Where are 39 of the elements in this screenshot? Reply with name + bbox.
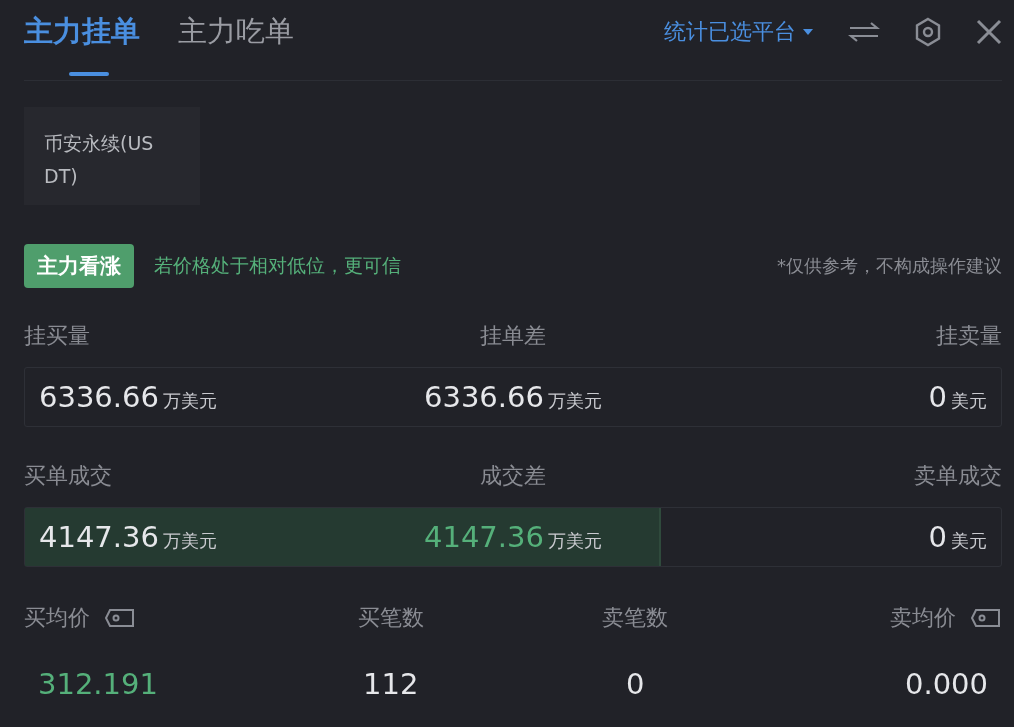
caret-icon <box>802 28 814 36</box>
unit-label: 万美元 <box>162 529 217 553</box>
signal-hint: 若价格处于相对低位，更可信 <box>154 253 401 278</box>
platform-chip[interactable]: 币安永续(USDT) <box>24 107 200 205</box>
unit-label: 万美元 <box>547 529 602 553</box>
stat-label: 挂买量 <box>24 322 90 350</box>
stat-value: 0 <box>928 520 947 554</box>
platform-dropdown[interactable]: 统计已选平台 <box>664 17 814 47</box>
stat-value: 0 <box>626 667 645 701</box>
close-icon[interactable] <box>976 19 1002 45</box>
stat-value: 6336.66 <box>39 380 159 414</box>
stat-value: 4147.36 <box>39 520 159 554</box>
swap-icon[interactable] <box>848 20 880 44</box>
settings-icon[interactable] <box>914 17 942 47</box>
stat-label: 买笔数 <box>357 604 424 632</box>
signal-badge: 主力看涨 <box>24 244 134 288</box>
stat-label: 卖单成交 <box>914 462 1002 490</box>
stat-value: 0.000 <box>904 667 989 701</box>
stat-label: 卖均价 <box>890 604 956 632</box>
tab[interactable]: 主力挂单 <box>24 0 140 76</box>
stat-label: 挂单差 <box>480 322 546 350</box>
stat-label: 挂卖量 <box>936 322 1002 350</box>
stat-label: 成交差 <box>480 462 546 490</box>
unit-label: 美元 <box>951 529 987 553</box>
stat-value: 0 <box>928 380 947 414</box>
disclaimer: *仅供参考，不构成操作建议 <box>777 254 1002 278</box>
stat-value: 4147.36 <box>424 520 544 554</box>
stat-label: 买单成交 <box>24 462 112 490</box>
stat-label: 卖笔数 <box>602 604 669 632</box>
unit-label: 美元 <box>951 389 987 413</box>
tab[interactable]: 主力吃单 <box>178 0 294 76</box>
stat-value: 312.191 <box>37 667 159 701</box>
stat-value: 112 <box>363 667 419 701</box>
stat-label: 买均价 <box>24 604 90 632</box>
unit-label: 万美元 <box>547 389 602 413</box>
tag-icon[interactable] <box>970 608 1002 628</box>
stat-value: 6336.66 <box>424 380 544 414</box>
tag-icon[interactable] <box>104 608 136 628</box>
unit-label: 万美元 <box>162 389 217 413</box>
